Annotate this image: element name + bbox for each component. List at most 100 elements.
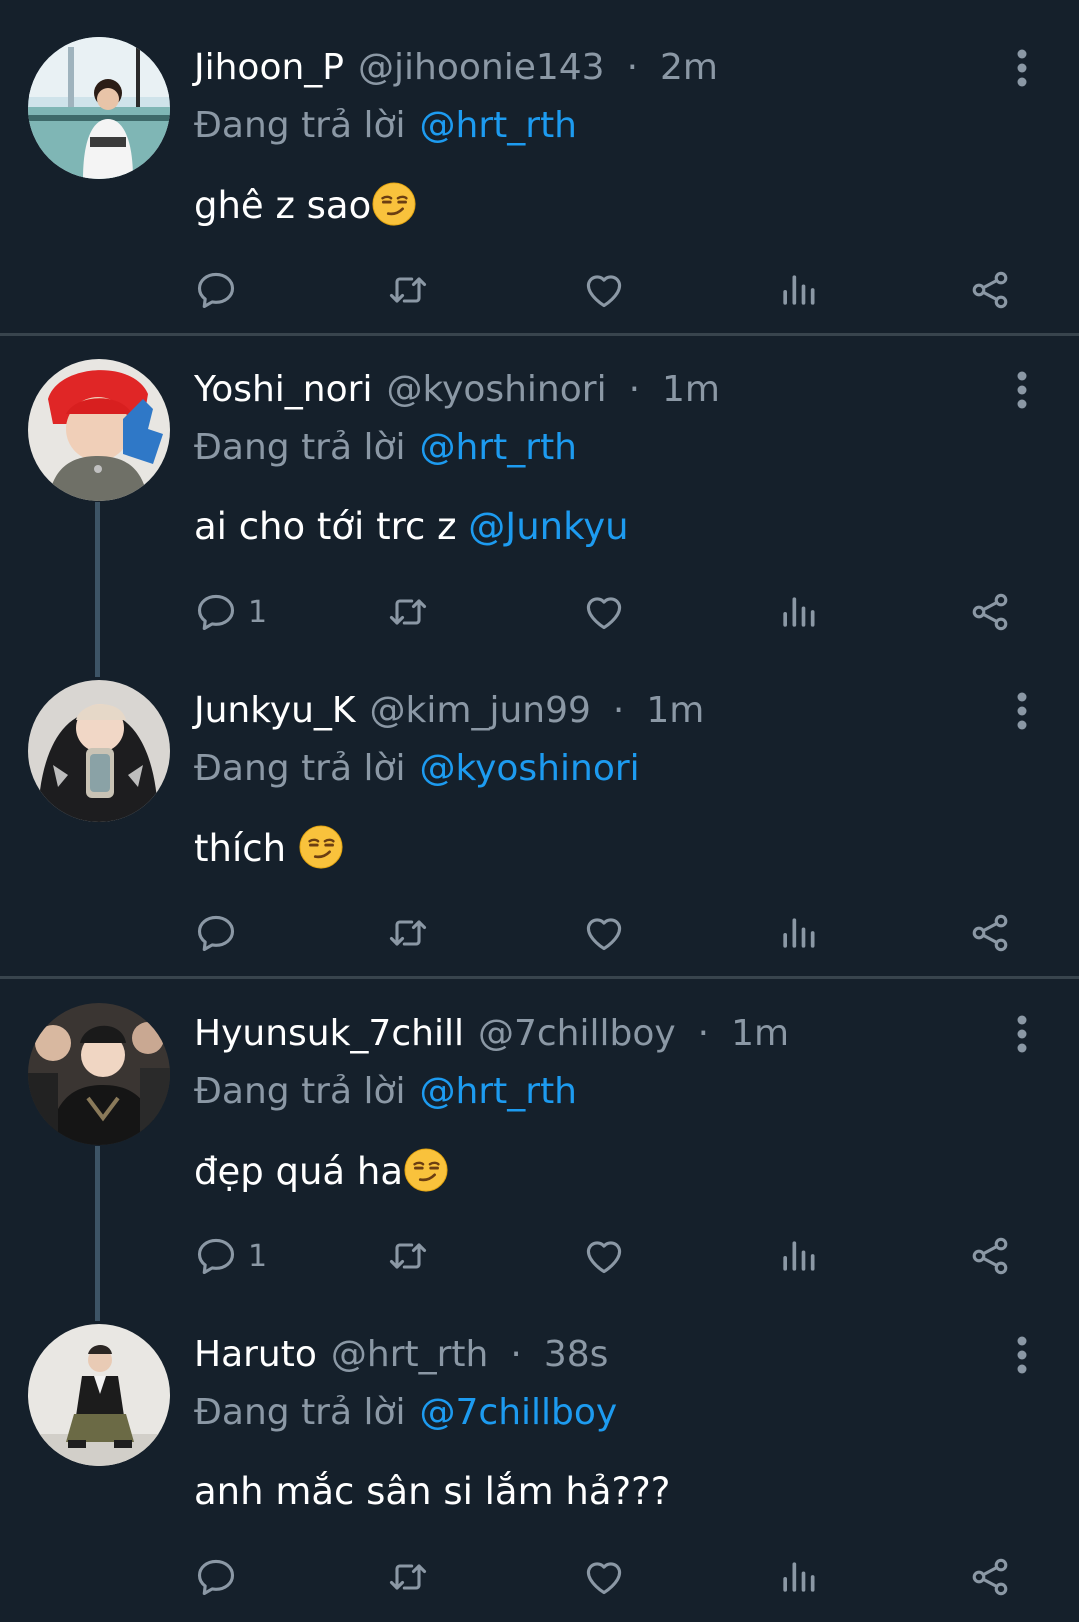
replying-to: Đang trả lời @hrt_rth: [194, 426, 577, 470]
separator-dot: ·: [626, 47, 639, 88]
action-bar: [0, 1552, 1079, 1602]
timestamp[interactable]: 1m: [662, 369, 720, 410]
avatar[interactable]: [28, 680, 170, 822]
retweet-button[interactable]: [386, 265, 430, 315]
text-mention-link[interactable]: @Junkyu: [468, 505, 628, 548]
tweet-text-content: anh mắc sân si lắm hả???: [194, 1470, 671, 1513]
action-bar: [0, 265, 1079, 315]
reply-button[interactable]: 1: [194, 587, 267, 637]
share-button[interactable]: [968, 1231, 1012, 1281]
share-button[interactable]: [968, 265, 1012, 315]
avatar[interactable]: [28, 1324, 170, 1466]
share-icon: [968, 1555, 1012, 1599]
like-button[interactable]: [582, 1552, 626, 1602]
display-name[interactable]: Jihoon_P: [194, 47, 344, 88]
tweet[interactable]: Yoshi_nori @kyoshinori · 1m Đang trả lời @hr…: [0, 335, 1079, 655]
bar-chart-icon: [776, 1234, 820, 1278]
retweet-button[interactable]: [386, 1231, 430, 1281]
tweet[interactable]: Hyunsuk_7chill @7chillboy · 1m Đang trả lời…: [0, 979, 1079, 1299]
more-options-icon[interactable]: [1010, 1014, 1034, 1054]
like-button[interactable]: [582, 1231, 626, 1281]
timestamp[interactable]: 1m: [731, 1013, 789, 1054]
replying-to-label: Đang trả lời: [194, 427, 406, 468]
bar-chart-icon: [776, 268, 820, 312]
like-button[interactable]: [582, 265, 626, 315]
views-button[interactable]: [776, 587, 820, 637]
display-name[interactable]: Haruto: [194, 1334, 317, 1375]
reply-mention-link[interactable]: @kyoshinori: [420, 748, 640, 789]
tweet-text: thích: [194, 824, 344, 873]
tweet[interactable]: Jihoon_P @jihoonie143 · 2m Đang trả lời @hrt…: [0, 0, 1079, 335]
more-options-icon[interactable]: [1010, 370, 1034, 410]
user-handle[interactable]: @hrt_rth: [331, 1334, 488, 1375]
share-icon: [968, 1234, 1012, 1278]
retweet-icon: [386, 1234, 430, 1278]
replying-to-label: Đang trả lời: [194, 1392, 406, 1433]
display-name[interactable]: Hyunsuk_7chill: [194, 1013, 464, 1054]
reply-mention-link[interactable]: @hrt_rth: [420, 427, 577, 468]
tweet[interactable]: Haruto @hrt_rth · 38s Đang trả lời @7chillbo…: [0, 1299, 1079, 1622]
timestamp[interactable]: 2m: [660, 47, 718, 88]
retweet-icon: [386, 1555, 430, 1599]
smirking-face-emoji-icon: [298, 824, 344, 870]
more-options-icon[interactable]: [1010, 691, 1034, 731]
tweet-text: đẹp quá ha: [194, 1147, 449, 1196]
display-name[interactable]: Yoshi_nori: [194, 369, 372, 410]
timestamp[interactable]: 1m: [646, 690, 704, 731]
tweet-header: Yoshi_nori @kyoshinori · 1m: [194, 368, 720, 412]
share-icon: [968, 911, 1012, 955]
tweet[interactable]: Junkyu_K @kim_jun99 · 1m Đang trả lời @kyosh…: [0, 655, 1079, 975]
replying-to-label: Đang trả lời: [194, 748, 406, 789]
action-bar: 1: [0, 587, 1079, 637]
speech-bubble-icon: [194, 268, 238, 312]
avatar[interactable]: [28, 37, 170, 179]
reply-mention-link[interactable]: @7chillboy: [420, 1392, 618, 1433]
retweet-button[interactable]: [386, 587, 430, 637]
tweet-text: ghê z sao: [194, 181, 417, 230]
action-bar: [0, 908, 1079, 958]
replying-to: Đang trả lời @kyoshinori: [194, 747, 640, 791]
user-handle[interactable]: @jihoonie143: [358, 47, 605, 88]
views-button[interactable]: [776, 1231, 820, 1281]
like-button[interactable]: [582, 908, 626, 958]
retweet-button[interactable]: [386, 908, 430, 958]
user-handle[interactable]: @kyoshinori: [386, 369, 606, 410]
reply-button[interactable]: [194, 908, 248, 958]
reply-mention-link[interactable]: @hrt_rth: [420, 105, 577, 146]
speech-bubble-icon: [194, 911, 238, 955]
tweet-header: Junkyu_K @kim_jun99 · 1m: [194, 689, 704, 733]
reply-button[interactable]: [194, 1552, 248, 1602]
heart-icon: [582, 590, 626, 634]
reply-button[interactable]: [194, 265, 248, 315]
timestamp[interactable]: 38s: [544, 1334, 609, 1375]
views-button[interactable]: [776, 265, 820, 315]
views-button[interactable]: [776, 908, 820, 958]
speech-bubble-icon: [194, 1555, 238, 1599]
reply-count: 1: [248, 594, 268, 630]
tweet-header: Jihoon_P @jihoonie143 · 2m: [194, 46, 718, 90]
more-options-icon[interactable]: [1010, 1335, 1034, 1375]
views-button[interactable]: [776, 1552, 820, 1602]
tweet-text: ai cho tới trc z @Junkyu: [194, 503, 629, 551]
reply-count: 1: [248, 1238, 268, 1274]
user-handle[interactable]: @kim_jun99: [370, 690, 591, 731]
reply-button[interactable]: 1: [194, 1231, 267, 1281]
like-button[interactable]: [582, 587, 626, 637]
share-icon: [968, 590, 1012, 634]
bar-chart-icon: [776, 590, 820, 634]
bar-chart-icon: [776, 1555, 820, 1599]
display-name[interactable]: Junkyu_K: [194, 690, 356, 731]
more-options-icon[interactable]: [1010, 48, 1034, 88]
reply-mention-link[interactable]: @hrt_rth: [420, 1071, 577, 1112]
tweet-text-content: đẹp quá ha: [194, 1150, 403, 1193]
separator-dot: ·: [628, 369, 641, 410]
retweet-button[interactable]: [386, 1552, 430, 1602]
user-handle[interactable]: @7chillboy: [478, 1013, 676, 1054]
heart-icon: [582, 1555, 626, 1599]
avatar[interactable]: [28, 359, 170, 501]
tweet-header: Haruto @hrt_rth · 38s: [194, 1333, 608, 1377]
avatar[interactable]: [28, 1003, 170, 1145]
share-button[interactable]: [968, 908, 1012, 958]
share-button[interactable]: [968, 1552, 1012, 1602]
share-button[interactable]: [968, 587, 1012, 637]
